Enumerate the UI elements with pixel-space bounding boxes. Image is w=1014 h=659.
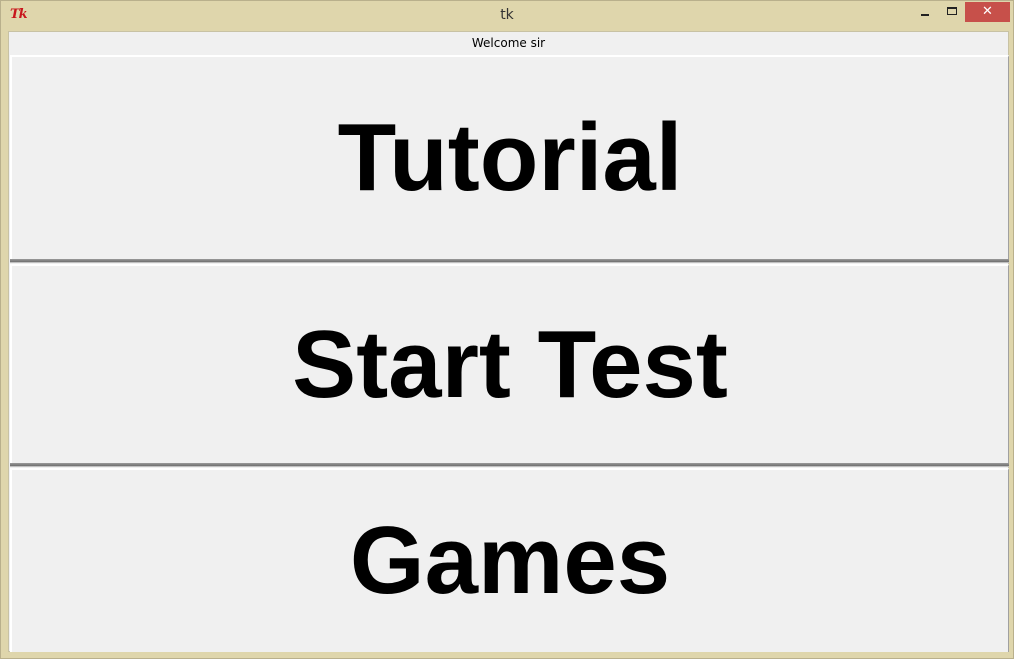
divider	[10, 259, 1009, 263]
minimize-icon	[921, 14, 929, 16]
minimize-button[interactable]	[911, 2, 939, 22]
maximize-button[interactable]	[939, 2, 965, 22]
main-content: Welcome sir Tutorial Start Test Games	[8, 31, 1009, 652]
maximize-icon	[947, 7, 957, 15]
start-test-button[interactable]: Start Test	[10, 264, 1009, 463]
games-button[interactable]: Games	[10, 468, 1009, 652]
close-icon: ✕	[982, 4, 993, 19]
window-title: tk	[500, 7, 514, 23]
tutorial-button[interactable]: Tutorial	[10, 55, 1009, 259]
welcome-label: Welcome sir	[471, 36, 546, 50]
divider	[10, 463, 1009, 467]
app-window: Tk tk ✕ Welcome sir Tutorial Start Test …	[0, 0, 1014, 659]
title-bar[interactable]: Tk tk ✕	[1, 1, 1013, 31]
close-button[interactable]: ✕	[965, 2, 1010, 22]
